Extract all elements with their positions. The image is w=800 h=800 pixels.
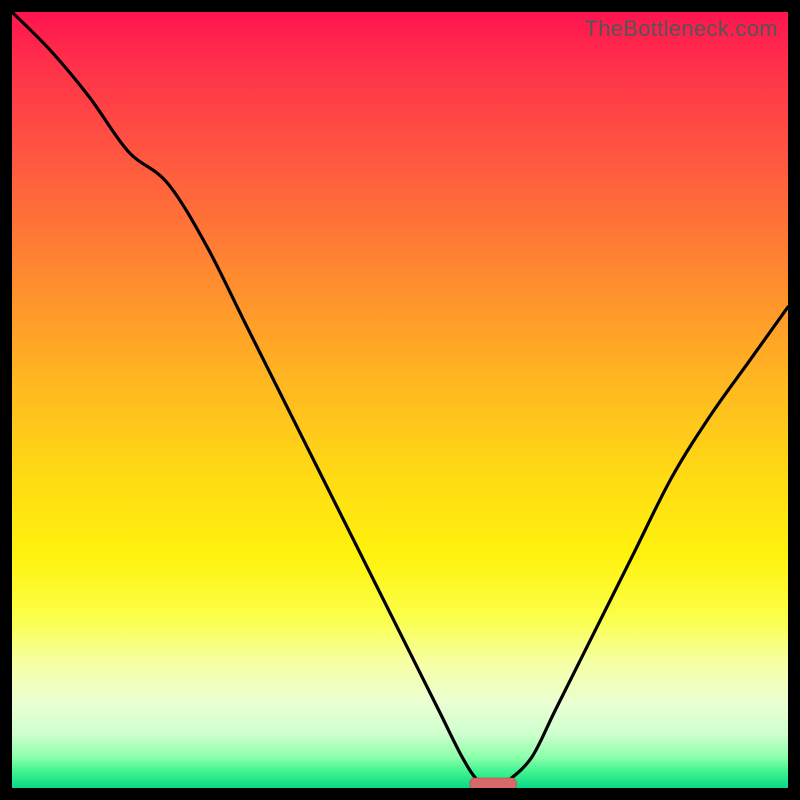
watermark-label: TheBottleneck.com (585, 16, 778, 42)
plot-area: TheBottleneck.com (12, 12, 788, 788)
optimal-marker (470, 778, 517, 788)
chart-overlay (12, 12, 788, 788)
bottleneck-curve (12, 12, 788, 788)
chart-frame: TheBottleneck.com (0, 0, 800, 800)
